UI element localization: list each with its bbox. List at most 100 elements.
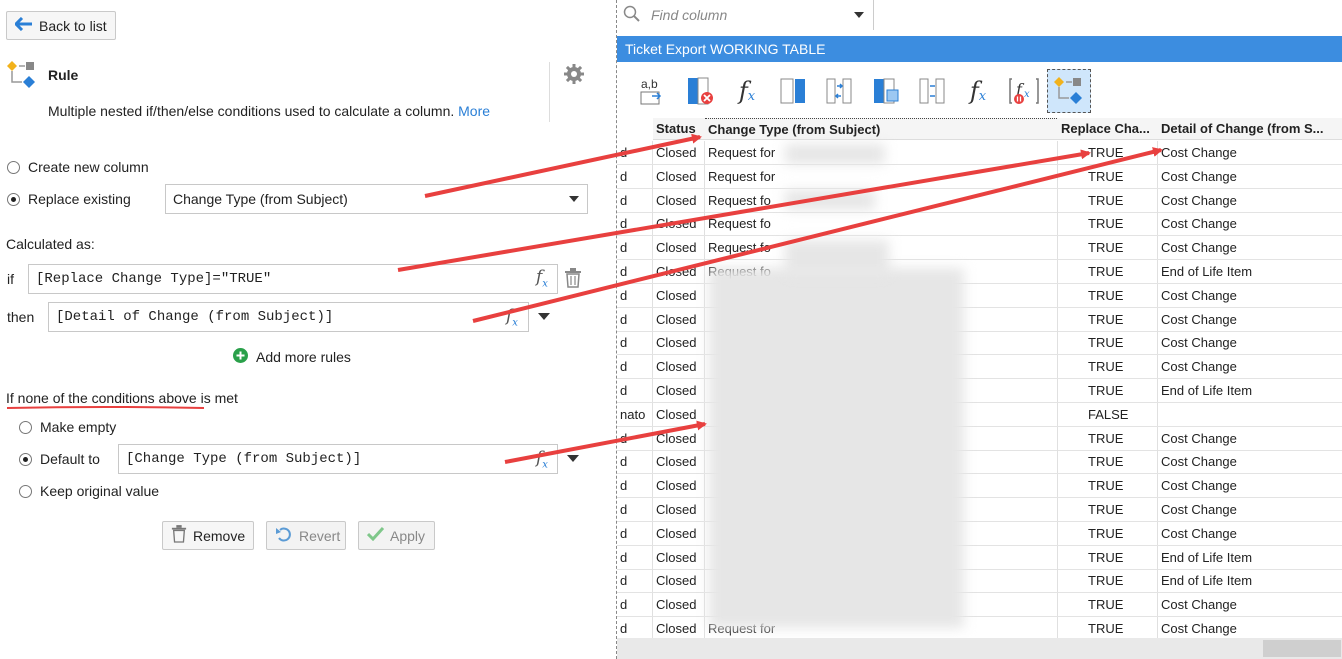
column-header-change-type[interactable]: Change Type (from Subject) xyxy=(705,118,1059,140)
apply-button[interactable]: Apply xyxy=(358,521,435,550)
cell-status[interactable]: Closed xyxy=(653,164,705,188)
cell-replace[interactable]: FALSE xyxy=(1058,402,1158,426)
add-more-rules-button[interactable]: Add more rules xyxy=(233,348,351,366)
cell-replace[interactable]: TRUE xyxy=(1058,331,1158,355)
cell-replace[interactable]: TRUE xyxy=(1058,521,1158,545)
cell-change-type[interactable]: Request fo xyxy=(705,212,1058,236)
cell-status[interactable]: Closed xyxy=(653,141,705,164)
fx-icon[interactable]: fx xyxy=(506,306,518,328)
cell-detail[interactable]: Cost Change xyxy=(1158,522,1342,545)
scrollbar-thumb[interactable] xyxy=(1263,640,1341,657)
cell-status[interactable]: Closed xyxy=(653,617,705,638)
cell-status[interactable]: Closed xyxy=(653,379,705,402)
cell-detail[interactable]: Cost Change xyxy=(1158,593,1342,616)
cell-replace[interactable]: TRUE xyxy=(1058,355,1158,379)
make-empty-radio[interactable]: Make empty xyxy=(19,419,116,435)
cell-lead[interactable]: d xyxy=(617,474,653,498)
cell-status[interactable]: Closed xyxy=(653,569,705,593)
delete-column-icon[interactable] xyxy=(681,72,719,110)
table-row[interactable]: d Closed Request fo TRUE Cost Change xyxy=(617,212,1342,237)
fx-icon[interactable]: fx xyxy=(536,267,548,289)
cell-detail[interactable]: End of Life Item xyxy=(1158,260,1342,283)
cell-status[interactable]: Closed xyxy=(653,593,705,617)
cell-status[interactable]: Closed xyxy=(653,355,705,379)
replace-column-select[interactable]: Change Type (from Subject) xyxy=(165,184,588,214)
find-column-input[interactable]: Find column xyxy=(617,0,874,30)
rename-column-icon[interactable]: a,b xyxy=(634,72,672,110)
cell-lead[interactable]: d xyxy=(617,164,653,188)
column-header-status[interactable]: Status xyxy=(653,118,707,140)
cell-lead[interactable]: d xyxy=(617,521,653,545)
cell-detail[interactable]: Cost Change xyxy=(1158,308,1342,331)
formula-stop-icon[interactable]: fx xyxy=(1005,72,1043,110)
cell-lead[interactable]: d xyxy=(617,545,653,569)
default-expression-input[interactable]: [Change Type (from Subject)] xyxy=(118,444,558,474)
cell-detail[interactable]: Cost Change xyxy=(1158,141,1342,164)
cell-detail[interactable]: Cost Change xyxy=(1158,474,1342,497)
cell-detail[interactable]: Cost Change xyxy=(1158,498,1342,521)
table-row[interactable]: d Closed Request fo TRUE Cost Change xyxy=(617,236,1342,261)
cell-lead[interactable]: d xyxy=(617,450,653,474)
cell-lead[interactable]: nato xyxy=(617,402,653,426)
cell-lead[interactable]: d xyxy=(617,355,653,379)
chevron-down-icon[interactable] xyxy=(854,12,864,18)
table-row[interactable]: d Closed Request for TRUE Cost Change xyxy=(617,164,1342,189)
cell-status[interactable]: Closed xyxy=(653,498,705,521)
cell-replace[interactable]: TRUE xyxy=(1058,450,1158,474)
cell-replace[interactable]: TRUE xyxy=(1058,283,1158,307)
cell-replace[interactable]: TRUE xyxy=(1058,260,1158,283)
remove-button[interactable]: Remove xyxy=(162,521,254,550)
column-header-detail-of-change[interactable]: Detail of Change (from S... xyxy=(1158,118,1342,140)
chevron-down-icon[interactable] xyxy=(538,313,550,320)
if-condition-input[interactable]: [Replace Change Type]="TRUE" xyxy=(28,264,558,294)
cell-lead[interactable]: d xyxy=(617,188,653,212)
cell-replace[interactable]: TRUE xyxy=(1058,569,1158,593)
insert-column-icon[interactable] xyxy=(774,72,812,110)
cell-status[interactable]: Closed xyxy=(653,402,705,426)
cell-replace[interactable]: TRUE xyxy=(1058,593,1158,617)
cell-replace[interactable]: TRUE xyxy=(1058,141,1158,164)
cell-status[interactable]: Closed xyxy=(653,283,705,307)
cell-change-type[interactable]: Request for xyxy=(705,164,1058,188)
then-expression-input[interactable]: [Detail of Change (from Subject)] xyxy=(48,302,529,332)
cell-detail[interactable]: Cost Change xyxy=(1158,165,1342,188)
cell-replace[interactable]: TRUE xyxy=(1058,379,1158,402)
cell-replace[interactable]: TRUE xyxy=(1058,188,1158,212)
cell-lead[interactable]: d xyxy=(617,426,653,450)
cell-replace[interactable]: TRUE xyxy=(1058,307,1158,331)
cell-lead[interactable]: d xyxy=(617,212,653,236)
cell-lead[interactable]: d xyxy=(617,593,653,617)
rule-tool-icon[interactable] xyxy=(1047,69,1091,113)
cell-lead[interactable]: d xyxy=(617,498,653,521)
cell-status[interactable]: Closed xyxy=(653,260,705,283)
cell-status[interactable]: Closed xyxy=(653,450,705,474)
cell-lead[interactable]: d xyxy=(617,307,653,331)
cell-detail[interactable]: End of Life Item xyxy=(1158,546,1342,569)
cell-lead[interactable]: d xyxy=(617,331,653,355)
cell-lead[interactable]: d xyxy=(617,569,653,593)
cell-detail[interactable]: Cost Change xyxy=(1158,189,1342,212)
keep-original-radio[interactable]: Keep original value xyxy=(19,483,159,499)
fx-icon[interactable]: fx xyxy=(536,448,548,470)
cell-replace[interactable]: TRUE xyxy=(1058,617,1158,638)
cell-detail[interactable]: Cost Change xyxy=(1158,331,1342,354)
cell-status[interactable]: Closed xyxy=(653,236,705,260)
cell-detail[interactable]: Cost Change xyxy=(1158,284,1342,307)
cell-detail[interactable]: End of Life Item xyxy=(1158,379,1342,402)
trash-icon[interactable] xyxy=(564,268,582,291)
cell-detail[interactable]: Cost Change xyxy=(1158,617,1342,638)
formula-icon[interactable]: fx xyxy=(728,72,766,110)
revert-button[interactable]: Revert xyxy=(266,521,346,550)
cell-lead[interactable]: d xyxy=(617,141,653,164)
default-to-radio[interactable]: Default to xyxy=(19,451,100,467)
gear-icon[interactable] xyxy=(563,63,585,88)
cell-detail[interactable]: End of Life Item xyxy=(1158,569,1342,592)
more-link[interactable]: More xyxy=(458,103,490,119)
cell-status[interactable]: Closed xyxy=(653,188,705,212)
cell-lead[interactable]: d xyxy=(617,260,653,283)
chevron-down-icon[interactable] xyxy=(567,455,579,462)
cell-detail[interactable]: Cost Change xyxy=(1158,236,1342,259)
cell-status[interactable]: Closed xyxy=(653,307,705,331)
cell-replace[interactable]: TRUE xyxy=(1058,426,1158,450)
cell-lead[interactable]: d xyxy=(617,617,653,638)
